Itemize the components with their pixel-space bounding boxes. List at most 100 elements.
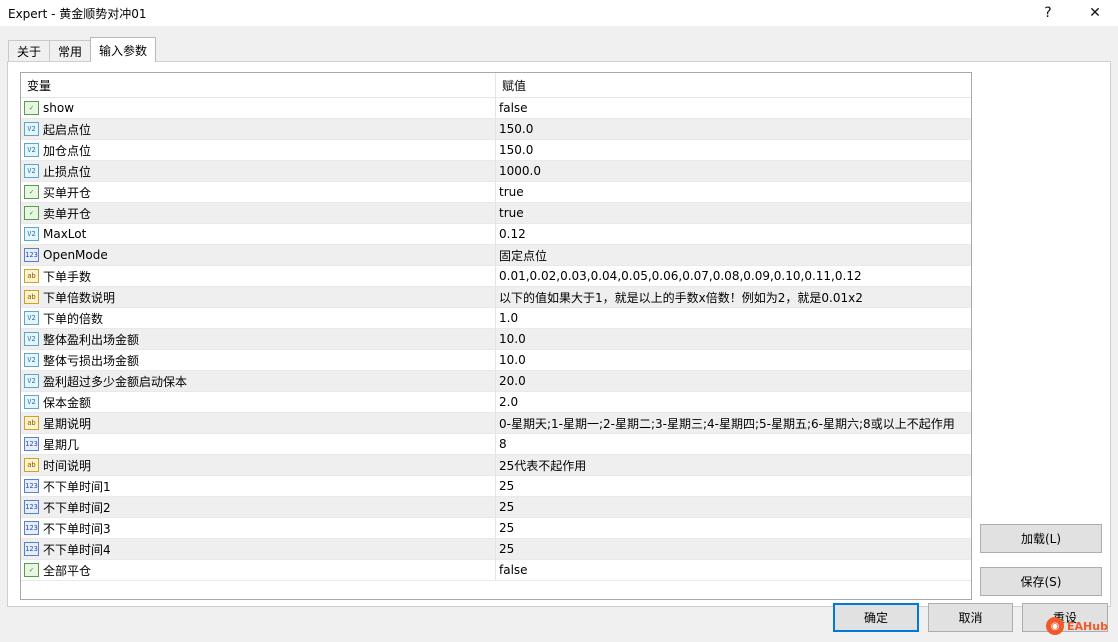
table-row[interactable]: V2 整体亏损出场金额 10.0 <box>21 350 971 371</box>
variable-name: 整体亏损出场金额 <box>43 353 140 368</box>
value-cell[interactable]: false <box>496 98 971 118</box>
close-button[interactable]: ✕ <box>1075 0 1115 26</box>
param-type-str-icon: ab <box>24 269 39 283</box>
variable-name: 星期几 <box>43 437 80 452</box>
table-row[interactable]: V2 MaxLot 0.12 <box>21 224 971 245</box>
param-type-str-icon: ab <box>24 290 39 304</box>
tab-input-params[interactable]: 输入参数 <box>90 37 157 62</box>
table-row[interactable]: V2 保本金额 2.0 <box>21 392 971 413</box>
save-button[interactable]: 保存(S) <box>980 567 1102 596</box>
table-row[interactable]: 123 不下单时间2 25 <box>21 497 971 518</box>
table-row[interactable]: V2 下单的倍数 1.0 <box>21 308 971 329</box>
variable-name: 起启点位 <box>43 122 92 137</box>
column-header-value[interactable]: 赋值 <box>496 73 971 97</box>
value-cell[interactable]: 150.0 <box>496 119 971 139</box>
variable-name: show <box>43 101 75 115</box>
value-cell[interactable]: 25 <box>496 539 971 559</box>
param-type-dbl-icon: V2 <box>24 164 39 178</box>
variable-cell: V2 整体亏损出场金额 <box>21 350 496 370</box>
variable-cell: 123 不下单时间3 <box>21 518 496 538</box>
value-cell[interactable]: 20.0 <box>496 371 971 391</box>
value-cell[interactable]: 25 <box>496 497 971 517</box>
table-row[interactable]: ab 时间说明 25代表不起作用 <box>21 455 971 476</box>
variable-cell: 123 OpenMode <box>21 245 496 265</box>
table-row[interactable]: ✓ 买单开仓 true <box>21 182 971 203</box>
value-cell[interactable]: 1000.0 <box>496 161 971 181</box>
table-row[interactable]: ab 下单倍数说明 以下的值如果大于1，就是以上的手数x倍数！例如为2，就是0.01… <box>21 287 971 308</box>
param-type-int-icon: 123 <box>24 521 39 535</box>
value-cell[interactable]: 25代表不起作用 <box>496 455 971 475</box>
table-row[interactable]: V2 加仓点位 150.0 <box>21 140 971 161</box>
help-button[interactable]: ? <box>1028 0 1068 26</box>
ok-button[interactable]: 确定 <box>833 603 919 632</box>
table-row[interactable]: 123 不下单时间3 25 <box>21 518 971 539</box>
parameters-table: 变量 赋值 ✓ show false V2 起启点位 150.0 V2 加仓点位 150.0 V2… <box>20 72 972 600</box>
variable-cell: 123 不下单时间1 <box>21 476 496 496</box>
value-cell[interactable]: 25 <box>496 476 971 496</box>
variable-name: 下单手数 <box>43 269 92 284</box>
variable-cell: V2 止损点位 <box>21 161 496 181</box>
variable-cell: 123 星期几 <box>21 434 496 454</box>
variable-name: 盈利超过多少金额启动保本 <box>43 374 188 389</box>
value-cell[interactable]: 固定点位 <box>496 245 971 265</box>
variable-name: 下单的倍数 <box>43 311 104 326</box>
table-row[interactable]: V2 整体盈利出场金额 10.0 <box>21 329 971 350</box>
param-type-str-icon: ab <box>24 416 39 430</box>
variable-cell: V2 整体盈利出场金额 <box>21 329 496 349</box>
value-cell[interactable]: 以下的值如果大于1，就是以上的手数x倍数！例如为2，就是0.01x2 <box>496 287 971 307</box>
table-row[interactable]: V2 起启点位 150.0 <box>21 119 971 140</box>
tab-about[interactable]: 关于 <box>8 40 51 62</box>
param-type-bool-icon: ✓ <box>24 185 39 199</box>
value-cell[interactable]: true <box>496 182 971 202</box>
param-type-dbl-icon: V2 <box>24 311 39 325</box>
value-cell[interactable]: false <box>496 560 971 580</box>
table-row[interactable]: 123 星期几 8 <box>21 434 971 455</box>
value-cell[interactable]: 10.0 <box>496 350 971 370</box>
table-row[interactable]: ✓ 全部平仓 false <box>21 560 971 581</box>
param-type-dbl-icon: V2 <box>24 374 39 388</box>
table-row[interactable]: 123 不下单时间4 25 <box>21 539 971 560</box>
value-cell[interactable]: 0.12 <box>496 224 971 244</box>
table-body: ✓ show false V2 起启点位 150.0 V2 加仓点位 150.0 V2 止损点位 10… <box>21 98 971 581</box>
table-row[interactable]: ab 下单手数 0.01,0.02,0.03,0.04,0.05,0.06,0.07… <box>21 266 971 287</box>
variable-name: 止损点位 <box>43 164 92 179</box>
table-row[interactable]: ✓ show false <box>21 98 971 119</box>
table-row[interactable]: 123 OpenMode 固定点位 <box>21 245 971 266</box>
value-cell[interactable]: 8 <box>496 434 971 454</box>
tab-common[interactable]: 常用 <box>49 40 92 62</box>
watermark-text: EAHub <box>1067 619 1108 633</box>
table-row[interactable]: V2 盈利超过多少金额启动保本 20.0 <box>21 371 971 392</box>
value-cell[interactable]: 25 <box>496 518 971 538</box>
param-type-bool-icon: ✓ <box>24 101 39 115</box>
value-cell[interactable]: 10.0 <box>496 329 971 349</box>
param-type-dbl-icon: V2 <box>24 122 39 136</box>
value-cell[interactable]: 0-星期天;1-星期一;2-星期二;3-星期三;4-星期四;5-星期五;6-星期… <box>496 413 971 433</box>
variable-name: 保本金额 <box>43 395 92 410</box>
value-cell[interactable]: 150.0 <box>496 140 971 160</box>
table-row[interactable]: ✓ 卖单开仓 true <box>21 203 971 224</box>
column-header-variable[interactable]: 变量 <box>21 73 496 97</box>
param-type-dbl-icon: V2 <box>24 353 39 367</box>
variable-cell: V2 MaxLot <box>21 224 496 244</box>
value-cell[interactable]: 0.01,0.02,0.03,0.04,0.05,0.06,0.07,0.08,… <box>496 266 971 286</box>
value-cell[interactable]: true <box>496 203 971 223</box>
variable-name: 不下单时间1 <box>43 479 111 494</box>
param-type-str-icon: ab <box>24 458 39 472</box>
watermark-logo-icon: ◉ <box>1046 617 1064 635</box>
table-header: 变量 赋值 <box>21 73 971 98</box>
param-type-bool-icon: ✓ <box>24 563 39 577</box>
param-type-int-icon: 123 <box>24 500 39 514</box>
value-cell[interactable]: 1.0 <box>496 308 971 328</box>
value-cell[interactable]: 2.0 <box>496 392 971 412</box>
load-button[interactable]: 加载(L) <box>980 524 1102 553</box>
table-row[interactable]: 123 不下单时间1 25 <box>21 476 971 497</box>
table-row[interactable]: V2 止损点位 1000.0 <box>21 161 971 182</box>
cancel-button[interactable]: 取消 <box>928 603 1013 632</box>
param-type-dbl-icon: V2 <box>24 143 39 157</box>
variable-cell: ab 下单手数 <box>21 266 496 286</box>
variable-cell: 123 不下单时间2 <box>21 497 496 517</box>
variable-name: 卖单开仓 <box>43 206 92 221</box>
variable-name: 加仓点位 <box>43 143 92 158</box>
variable-cell: ✓ 卖单开仓 <box>21 203 496 223</box>
table-row[interactable]: ab 星期说明 0-星期天;1-星期一;2-星期二;3-星期三;4-星期四;5-星期… <box>21 413 971 434</box>
